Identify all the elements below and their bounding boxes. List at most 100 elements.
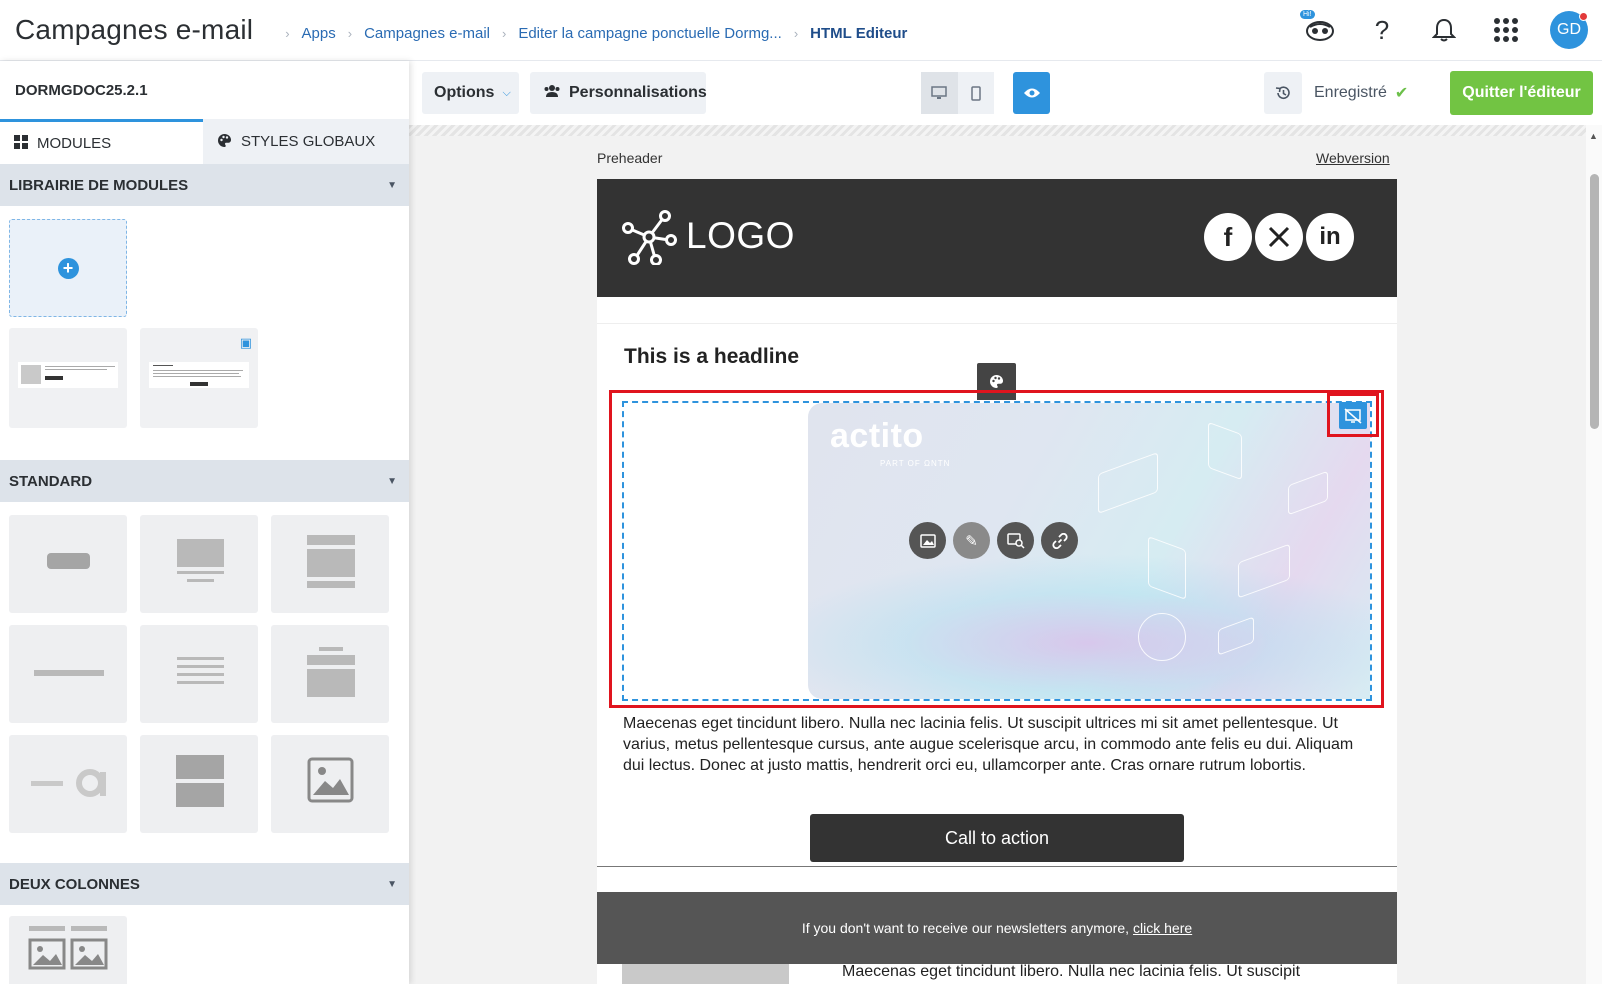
divider (597, 323, 1397, 324)
module-button[interactable] (9, 515, 127, 613)
module-preview-line (153, 370, 243, 371)
module-text[interactable] (140, 625, 258, 723)
image-icon (70, 938, 108, 970)
options-label: Options (434, 84, 495, 101)
desktop-view-button[interactable] (921, 72, 958, 114)
history-button[interactable] (1264, 72, 1302, 114)
link-icon[interactable] (1041, 522, 1078, 559)
help-icon[interactable]: ? (1364, 12, 1400, 48)
library-modules: + ▣ (0, 206, 409, 460)
headline[interactable]: This is a headline (624, 345, 799, 369)
breadcrumb: › Apps › Campagnes e-mail › Editer la ca… (273, 25, 907, 42)
module-header-block[interactable] (271, 515, 389, 613)
hero-image[interactable]: actito PART OF ΩNTN (808, 403, 1370, 699)
avatar[interactable]: GD (1550, 11, 1588, 49)
edit-image-icon[interactable]: ✎ (953, 522, 990, 559)
iso-shape (1138, 613, 1186, 661)
header-block (307, 655, 355, 665)
options-dropdown[interactable]: Options ⌵ (422, 72, 519, 114)
next-module[interactable]: Maecenas eget tincidunt libero. Nulla ne… (622, 963, 1397, 984)
library-module-1[interactable] (9, 328, 127, 428)
module-preview-line (153, 376, 241, 377)
avatar-initials: GD (1557, 21, 1581, 38)
section-library[interactable]: LIBRAIRIE DE MODULES ▼ (0, 164, 409, 206)
preview-button[interactable] (1013, 72, 1050, 114)
section-two-columns-title: DEUX COLONNES (9, 875, 140, 893)
tab-global-styles[interactable]: STYLES GLOBAUX (203, 119, 409, 164)
email-header[interactable]: LOGO f in (597, 179, 1397, 297)
personalisations-button[interactable]: Personnalisations (530, 72, 707, 114)
left-panel: DORMGDOC25.2.1 MODULES STYLES GLOBAUX LI… (0, 61, 409, 984)
hero-logo: actito (830, 417, 924, 455)
module-image[interactable] (271, 735, 389, 833)
bell-icon[interactable] (1426, 12, 1462, 48)
module-image-text[interactable] (140, 515, 258, 613)
image-icon (28, 938, 66, 970)
module-title-block[interactable] (271, 625, 389, 723)
breadcrumb-edit-campaign[interactable]: Editer la campagne ponctuelle Dormg... (518, 25, 781, 42)
x-icon[interactable] (1255, 213, 1303, 261)
quit-editor-button[interactable]: Quitter l'éditeur (1450, 71, 1593, 115)
section-two-columns[interactable]: DEUX COLONNES ▼ (0, 863, 409, 905)
assistant-icon[interactable]: Hi! (1300, 10, 1338, 48)
editor-toolbar: Options ⌵ Personnalisations Enregistré ✔… (409, 61, 1602, 125)
module-preview-line (45, 369, 107, 370)
module-preview-line (153, 365, 173, 366)
image-block (177, 539, 224, 567)
text-line (177, 681, 224, 684)
logo-line (31, 781, 63, 786)
chevron-right-icon: › (793, 25, 799, 41)
hide-on-desktop-icon[interactable] (1339, 402, 1367, 429)
palette-icon (217, 133, 232, 151)
module-preview (18, 362, 118, 388)
section-standard[interactable]: STANDARD ▼ (0, 460, 409, 502)
chevron-down-icon: ▼ (387, 878, 397, 890)
module-two-blocks[interactable] (140, 735, 258, 833)
body-text[interactable]: Maecenas eget tincidunt libero. Nulla ne… (623, 713, 1363, 776)
bottom-block (176, 783, 224, 807)
library-module-2[interactable]: ▣ (140, 328, 258, 428)
image-search-icon[interactable] (997, 522, 1034, 559)
scroll-up-icon[interactable]: ▲ (1589, 131, 1598, 141)
users-icon (543, 84, 561, 103)
header-block (307, 535, 355, 545)
eye-icon (1023, 88, 1040, 98)
scrollbar-thumb[interactable] (1590, 174, 1599, 429)
section-library-title: LIBRAIRIE DE MODULES (9, 176, 189, 194)
text-line (187, 579, 214, 582)
webversion-link[interactable]: Webversion (1316, 150, 1390, 166)
top-bar: Campagnes e-mail › Apps › Campagnes e-ma… (0, 0, 1602, 61)
chevron-down-icon: ▼ (387, 179, 397, 191)
module-divider[interactable] (9, 625, 127, 723)
text-line (177, 657, 224, 660)
canvas-edge (409, 125, 1586, 136)
linkedin-icon[interactable]: in (1306, 213, 1354, 261)
unsubscribe-link[interactable]: click here (1133, 920, 1192, 936)
top-block (176, 755, 224, 779)
replace-image-icon[interactable] (909, 522, 946, 559)
canvas-scrollbar[interactable]: ▲ (1586, 125, 1602, 984)
text-line (29, 926, 65, 931)
logo-glyph-icon (76, 769, 106, 797)
chevron-right-icon: › (501, 25, 507, 41)
history-icon (1275, 86, 1290, 99)
save-status: Enregistré ✔ (1314, 72, 1408, 114)
module-logo[interactable] (9, 735, 127, 833)
module-two-images[interactable] (9, 916, 127, 984)
next-module-image (622, 964, 789, 984)
unsubscribe-bar[interactable]: If you don't want to receive our newslet… (597, 892, 1397, 964)
preheader[interactable]: Preheader (597, 150, 662, 166)
tab-modules[interactable]: MODULES (0, 119, 203, 164)
add-module-button[interactable]: + (9, 219, 127, 317)
tab-modules-label: MODULES (37, 134, 112, 152)
module-preview-line (45, 366, 115, 367)
facebook-icon[interactable]: f (1204, 213, 1252, 261)
breadcrumb-apps[interactable]: Apps (302, 25, 336, 42)
chevron-right-icon: › (347, 25, 353, 41)
breadcrumb-campaigns[interactable]: Campagnes e-mail (364, 25, 490, 42)
mobile-view-button[interactable] (957, 72, 994, 114)
chevron-down-icon: ▼ (387, 475, 397, 487)
call-to-action-button[interactable]: Call to action (810, 814, 1184, 862)
apps-grid-icon[interactable] (1488, 12, 1524, 48)
add-favorite-icon[interactable]: ▣ (240, 335, 252, 351)
